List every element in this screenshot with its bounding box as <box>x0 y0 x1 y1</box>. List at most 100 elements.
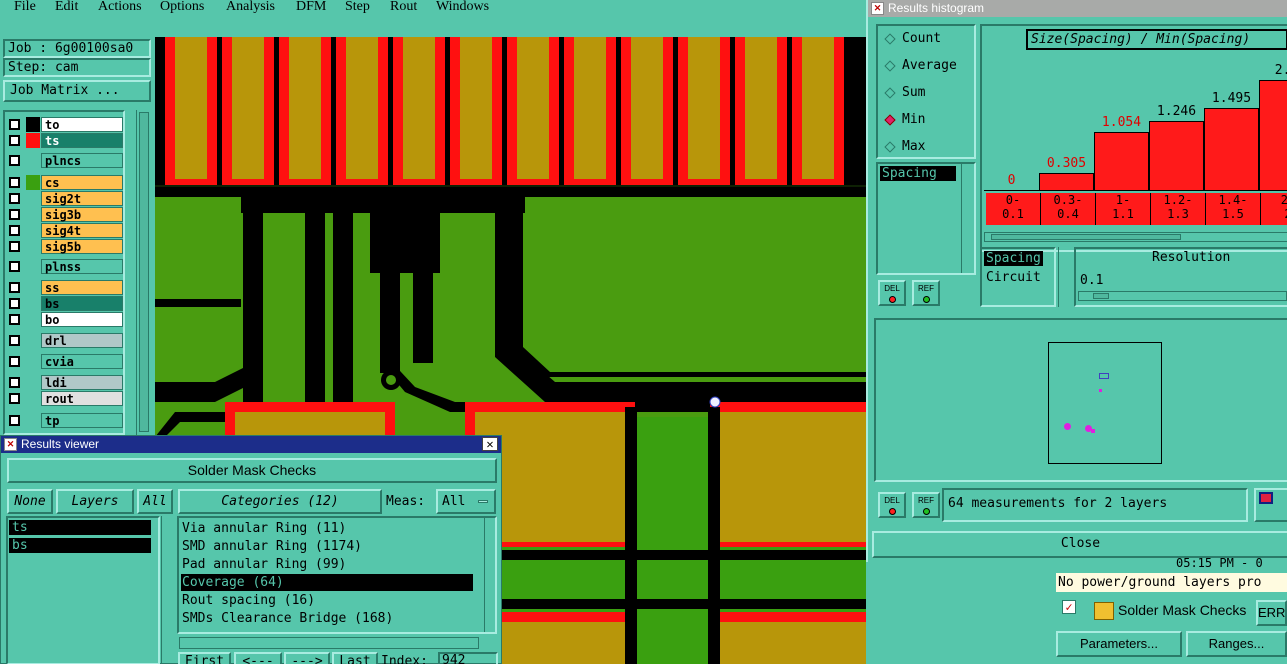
first-button[interactable]: First <box>178 652 231 664</box>
viewer-layer-item[interactable]: bs <box>9 538 151 553</box>
layer-checkbox[interactable] <box>9 177 20 188</box>
err-button[interactable]: ERR <box>1256 600 1287 626</box>
chart-hscrollbar[interactable] <box>984 232 1287 242</box>
layer-row-bs[interactable]: bs <box>5 296 123 311</box>
category-item[interactable]: SMD annular Ring (1174) <box>181 538 473 555</box>
layer-checkbox[interactable] <box>9 335 20 346</box>
histogram-bar[interactable] <box>1039 173 1094 190</box>
layer-checkbox[interactable] <box>9 298 20 309</box>
layer-list-scrollbar[interactable] <box>136 110 152 437</box>
resolution-slider[interactable] <box>1078 291 1287 301</box>
parameters-button[interactable]: Parameters... <box>1056 631 1182 657</box>
histogram-bin-label[interactable]: 2- 2 <box>1261 193 1287 225</box>
layer-checkbox[interactable] <box>9 225 20 236</box>
layer-row-cs[interactable]: cs <box>5 175 123 190</box>
last-button[interactable]: Last <box>332 652 378 664</box>
next-button[interactable]: ---> <box>284 652 330 664</box>
ref-button[interactable]: REF <box>912 280 940 306</box>
layer-checkbox[interactable] <box>9 415 20 426</box>
menu-step[interactable]: Step <box>345 0 370 15</box>
histogram-bar[interactable] <box>1149 121 1204 190</box>
type-list-item-spacing[interactable]: Spacing <box>984 251 1043 266</box>
measure-list-item[interactable]: Spacing <box>880 166 956 181</box>
categories-hscrollbar[interactable] <box>179 637 479 649</box>
window-menu-icon[interactable]: ✕ <box>871 2 884 15</box>
histogram-bar[interactable] <box>1259 80 1287 190</box>
layer-row-bo[interactable]: bo <box>5 312 123 327</box>
menu-analysis[interactable]: Analysis <box>226 0 275 15</box>
menu-dfm[interactable]: DFM <box>296 0 326 15</box>
menu-actions[interactable]: Actions <box>98 0 142 15</box>
histogram-bin-label[interactable]: 0- 0.1 <box>986 193 1041 225</box>
resolution-slider-thumb[interactable] <box>1093 293 1109 299</box>
histogram-bar[interactable] <box>1204 108 1259 190</box>
index-field[interactable]: 942 <box>438 652 498 664</box>
layer-checkbox[interactable] <box>9 135 20 146</box>
layer-checkbox[interactable] <box>9 241 20 252</box>
layers-button[interactable]: Layers <box>56 489 134 514</box>
layer-checkbox[interactable] <box>9 314 20 325</box>
type-list-scrollbar[interactable] <box>1058 247 1070 307</box>
layer-row-sig3b[interactable]: sig3b <box>5 207 123 222</box>
menu-edit[interactable]: Edit <box>55 0 78 15</box>
layer-row-plnss[interactable]: plnss <box>5 259 123 274</box>
histogram-bin-label[interactable]: 1- 1.1 <box>1096 193 1151 225</box>
menu-options[interactable]: Options <box>160 0 204 15</box>
categories-button[interactable]: Categories (12) <box>178 489 382 514</box>
measure-list-scrollbar[interactable] <box>961 164 973 273</box>
window-menu-icon[interactable]: ✕ <box>4 438 17 451</box>
category-item[interactable]: Pad annular Ring (99) <box>181 556 473 573</box>
preview-board-outline[interactable] <box>1048 342 1162 464</box>
menu-file[interactable]: File <box>14 0 36 15</box>
layer-checkbox[interactable] <box>9 119 20 130</box>
categories-scrollbar[interactable] <box>484 518 496 632</box>
histogram-bin-label[interactable]: 0.3- 0.4 <box>1041 193 1096 225</box>
layer-row-ss[interactable]: ss <box>5 280 123 295</box>
menu-windows[interactable]: Windows <box>436 0 489 15</box>
job-matrix-button[interactable]: Job Matrix ... <box>3 80 151 102</box>
layer-row-sig5b[interactable]: sig5b <box>5 239 123 254</box>
viewer-layers-scrollbar[interactable] <box>161 516 175 664</box>
menu-rout[interactable]: Rout <box>390 0 417 15</box>
close-icon[interactable]: ✕ <box>482 437 498 451</box>
viewer-titlebar[interactable]: ✕ Results viewer <box>1 436 501 453</box>
viewer-layer-item[interactable]: ts <box>9 520 151 535</box>
close-button[interactable]: Close <box>872 531 1287 558</box>
layer-row-plncs[interactable]: plncs <box>5 153 123 168</box>
histogram-titlebar[interactable]: ✕ Results histogram <box>868 0 1287 17</box>
histogram-bin-label[interactable]: 1.4- 1.5 <box>1206 193 1261 225</box>
layer-row-tp[interactable]: tp <box>5 413 123 428</box>
ranges-button[interactable]: Ranges... <box>1186 631 1287 657</box>
del-button[interactable]: DEL <box>878 280 906 306</box>
layer-row-ts[interactable]: ts <box>5 133 123 148</box>
layer-row-ldi[interactable]: ldi <box>5 375 123 390</box>
layer-checkbox[interactable] <box>9 282 20 293</box>
preview-del-button[interactable]: DEL <box>878 492 906 518</box>
prev-button[interactable]: <--- <box>234 652 282 664</box>
layer-checkbox[interactable] <box>9 356 20 367</box>
layer-checkbox[interactable] <box>9 155 20 166</box>
layer-checkbox[interactable] <box>9 393 20 404</box>
layer-checkbox[interactable] <box>9 193 20 204</box>
all-button[interactable]: All <box>137 489 173 514</box>
layer-row-sig2t[interactable]: sig2t <box>5 191 123 206</box>
layer-row-drl[interactable]: drl <box>5 333 123 348</box>
meas-select[interactable]: All <box>436 489 496 514</box>
layer-checkbox[interactable] <box>9 209 20 220</box>
category-item[interactable]: Coverage (64) <box>181 574 473 591</box>
export-button[interactable] <box>1254 488 1287 522</box>
layer-row-cvia[interactable]: cvia <box>5 354 123 369</box>
none-button[interactable]: None <box>7 489 53 514</box>
layer-checkbox[interactable] <box>9 377 20 388</box>
category-item[interactable]: Rout spacing (16) <box>181 592 473 609</box>
layer-checkbox[interactable] <box>9 261 20 272</box>
histogram-bin-label[interactable]: 1.2- 1.3 <box>1151 193 1206 225</box>
layer-row-rout[interactable]: rout <box>5 391 123 406</box>
preview-ref-button[interactable]: REF <box>912 492 940 518</box>
type-list-item-circuit[interactable]: Circuit <box>986 270 1041 285</box>
layer-row-to[interactable]: to <box>5 117 123 132</box>
check-enabled-checkbox[interactable]: ✓ <box>1062 600 1076 614</box>
layer-row-sig4t[interactable]: sig4t <box>5 223 123 238</box>
histogram-bar[interactable] <box>1094 132 1149 190</box>
category-item[interactable]: Via annular Ring (11) <box>181 520 473 537</box>
